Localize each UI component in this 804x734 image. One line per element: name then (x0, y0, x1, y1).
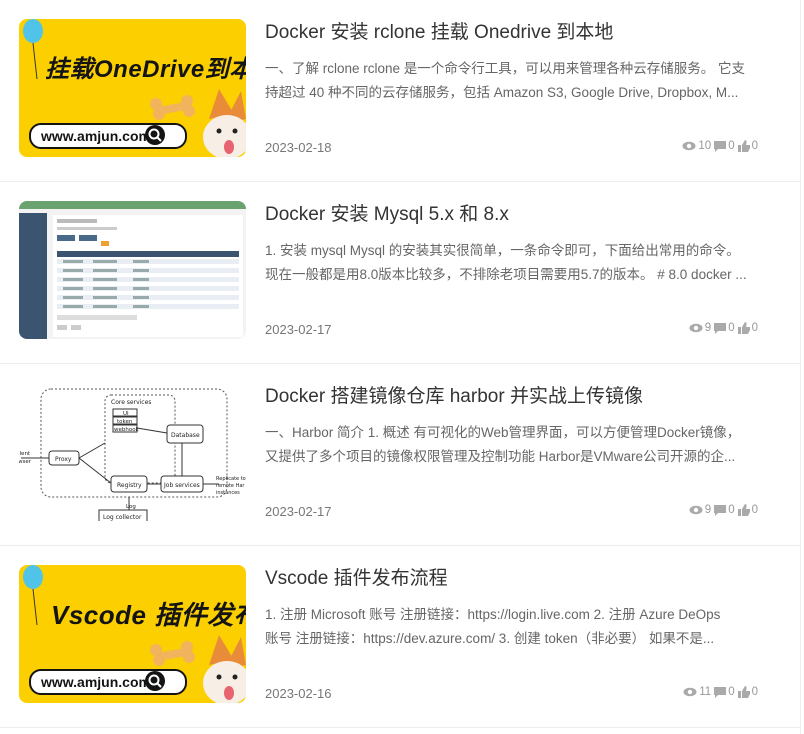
thumbs-up-icon[interactable] (737, 686, 750, 698)
thumbs-up-icon[interactable] (737, 504, 750, 516)
eye-icon (689, 505, 703, 515)
comment-icon (714, 140, 727, 152)
article-item[interactable]: Core services UI token webhook Database … (0, 364, 800, 546)
article-date: 2023-02-17 (265, 322, 332, 337)
thumbnail-headline: 挂载OneDrive到本地 (45, 56, 246, 83)
thumbs-up-icon[interactable] (737, 322, 750, 334)
excerpt-line: 1. 安装 mysql Mysql 的安装其实很简单，一条命令即可，下面给出常用… (265, 243, 740, 258)
thumbs-up-icon[interactable] (737, 140, 750, 152)
view-count: 11 (699, 686, 712, 698)
excerpt-line: 一、了解 rclone rclone 是一个命令行工具，可以用来管理各种云存储服… (265, 61, 746, 76)
comment-icon (714, 504, 727, 516)
database-label: Database (171, 432, 200, 439)
like-count: 0 (751, 322, 758, 334)
article-thumbnail[interactable] (19, 201, 246, 339)
view-count: 9 (704, 504, 712, 516)
article-date: 2023-02-17 (265, 504, 332, 519)
article-title[interactable]: Docker 安装 rclone 挂载 Onedrive 到本地 (265, 18, 785, 48)
article-list: 挂载OneDrive到本地 www.amjun.com Docker 安装 rc… (0, 0, 801, 734)
screenshot-panel (53, 215, 243, 337)
article-date: 2023-02-16 (265, 686, 332, 701)
view-count: 9 (704, 322, 712, 334)
token-label: token (117, 419, 133, 425)
search-icon (145, 671, 165, 691)
log-label: Log (126, 504, 136, 510)
replicate-label: instances (216, 490, 240, 496)
registry-label: Registry (117, 482, 142, 489)
comment-icon (714, 686, 727, 698)
excerpt-line: 又提供了多个项目的镜像权限管理及控制功能 Harbor是VMware公司开源的企… (265, 449, 736, 464)
comment-count: 0 (728, 140, 735, 152)
eye-icon (689, 323, 703, 333)
comment-count: 0 (728, 322, 735, 334)
webhook-label: webhook (114, 427, 140, 433)
like-count: 0 (751, 686, 758, 698)
ui-label: UI (123, 411, 129, 417)
comment-count: 0 (728, 504, 735, 516)
article-thumbnail[interactable]: 挂载OneDrive到本地 www.amjun.com (19, 19, 246, 157)
browser-label: wser (19, 459, 32, 465)
screenshot-sidebar (19, 213, 47, 339)
core-services-label: Core services (111, 399, 151, 406)
like-count: 0 (751, 140, 758, 152)
excerpt-line: 现在一般都是用8.0版本比较多，不排除老项目需要用5.7的版本。 # 8.0 d… (265, 267, 747, 282)
search-icon (145, 125, 165, 145)
like-count: 0 (751, 504, 758, 516)
excerpt-line: 1. 注册 Microsoft 账号 注册链接：https://login.li… (265, 607, 721, 622)
excerpt-line: 持超过 40 种不同的云存储服务，包括 Amazon S3, Google Dr… (265, 85, 739, 100)
article-thumbnail[interactable]: Vscode 插件发布 www.amjun.com (19, 565, 246, 703)
article-excerpt: 一、Harbor 简介 1. 概述 有可视化的Web管理界面，可以方便管理Doc… (265, 421, 777, 469)
comment-icon (714, 322, 727, 334)
screenshot-table (57, 219, 239, 330)
eye-icon (683, 687, 697, 697)
replicate-label: remote Har (216, 483, 245, 489)
article-title[interactable]: Vscode 插件发布流程 (265, 564, 785, 594)
article-title[interactable]: Docker 搭建镜像仓库 harbor 并实战上传镜像 (265, 382, 785, 412)
client-label: llent (19, 451, 31, 457)
article-excerpt: 1. 安装 mysql Mysql 的安装其实很简单，一条命令即可，下面给出常用… (265, 239, 777, 287)
article-item[interactable]: 挂载OneDrive到本地 www.amjun.com Docker 安装 rc… (0, 0, 800, 182)
article-stats: 9 0 0 (686, 322, 758, 334)
article-title[interactable]: Docker 安装 Mysql 5.x 和 8.x (265, 200, 785, 230)
article-excerpt: 1. 注册 Microsoft 账号 注册链接：https://login.li… (265, 603, 777, 651)
article-excerpt: 一、了解 rclone rclone 是一个命令行工具，可以用来管理各种云存储服… (265, 57, 777, 105)
comment-count: 0 (728, 686, 735, 698)
article-item[interactable]: Vscode 插件发布 www.amjun.com Vscode 插件发布流程 … (0, 546, 800, 728)
thumbnail-headline: Vscode 插件发布 (51, 600, 246, 630)
view-count: 10 (698, 140, 712, 152)
eye-icon (682, 141, 696, 151)
article-date: 2023-02-18 (265, 140, 332, 155)
article-item[interactable]: Docker 安装 Mysql 5.x 和 8.x 1. 安装 mysql My… (0, 182, 800, 364)
log-collector-label: Log collector (103, 514, 142, 521)
article-stats: 10 0 0 (679, 140, 758, 152)
article-thumbnail[interactable]: Core services UI token webhook Database … (19, 383, 246, 521)
excerpt-line: 账号 注册链接：https://dev.azure.com/ 3. 创建 tok… (265, 631, 715, 646)
architecture-diagram: Core services UI token webhook Database … (19, 388, 246, 521)
job-services-label: Job services (163, 482, 200, 489)
replicate-label: Replicate to (216, 476, 246, 482)
article-stats: 11 0 0 (680, 686, 758, 698)
screenshot-header-bar (19, 201, 246, 209)
proxy-label: Proxy (55, 456, 72, 463)
article-stats: 9 0 0 (686, 504, 758, 516)
excerpt-line: 一、Harbor 简介 1. 概述 有可视化的Web管理界面，可以方便管理Doc… (265, 425, 741, 440)
